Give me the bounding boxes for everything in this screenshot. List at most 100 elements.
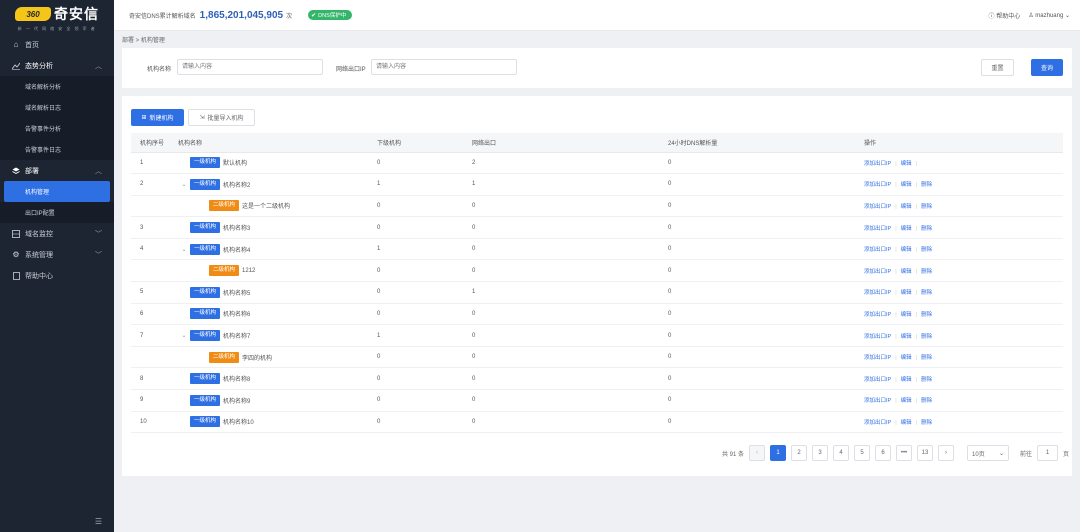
add-exit-ip-link[interactable]: 添加出口IP: [864, 398, 891, 404]
expand-chevron-icon[interactable]: ⌄: [178, 332, 190, 339]
delete-link[interactable]: 删除: [921, 420, 932, 426]
edit-link[interactable]: 编辑: [901, 334, 912, 340]
page-button[interactable]: 4: [833, 445, 850, 461]
chart-icon: [12, 62, 20, 70]
sidebar-subitem-dns-log[interactable]: 域名解析日志: [0, 97, 114, 118]
delete-link[interactable]: 删除: [921, 312, 932, 318]
sidebar-item-domain-monitor[interactable]: 域名监控 ﹀: [0, 223, 114, 244]
sidebar-subitem-exit-ip[interactable]: 出口IP配置: [0, 202, 114, 223]
op-separator: |: [895, 203, 897, 210]
add-exit-ip-link[interactable]: 添加出口IP: [864, 182, 891, 188]
org-table-panel: ⊞ 新建机构 ⇲ 批量导入机构 机构序号 机构名称 下级机构 网络出口 24小时…: [122, 96, 1072, 476]
org-name-input[interactable]: [177, 59, 323, 75]
sidebar-subitem-alert-log[interactable]: 告警事件日志: [0, 139, 114, 160]
goto-page-input[interactable]: 1: [1037, 445, 1059, 461]
page-button[interactable]: 2: [791, 445, 808, 461]
edit-link[interactable]: 编辑: [901, 247, 912, 253]
cell-operations: 添加出口IP | 编辑 | 删除: [864, 216, 1063, 239]
exit-ip-input[interactable]: [371, 59, 517, 75]
delete-link[interactable]: 删除: [921, 247, 932, 253]
user-menu[interactable]: ♙ mazhuang ⌄: [1028, 12, 1070, 19]
add-exit-ip-link[interactable]: 添加出口IP: [864, 226, 891, 232]
op-separator: |: [895, 355, 897, 362]
page-button[interactable]: 13: [917, 445, 934, 461]
sidebar: 360 奇安信 新 一 代 网 络 安 全 领 军 者 ⌂ 首页 态势分析 ︿ …: [0, 0, 114, 532]
sidebar-item-deploy[interactable]: 部署 ︿: [0, 160, 114, 181]
expand-chevron-icon[interactable]: ⌄: [178, 246, 190, 253]
cell-sub-count: 0: [377, 195, 472, 218]
expand-chevron-icon[interactable]: ⌄: [178, 181, 190, 188]
help-center-link[interactable]: ⓘ 帮助中心: [989, 11, 1021, 20]
add-exit-ip-link[interactable]: 添加出口IP: [864, 420, 891, 426]
edit-link[interactable]: 编辑: [901, 398, 912, 404]
add-exit-ip-link[interactable]: 添加出口IP: [864, 161, 891, 167]
op-separator: |: [915, 203, 918, 210]
collapse-sidebar-icon[interactable]: ☰: [95, 517, 102, 526]
edit-link[interactable]: 编辑: [901, 182, 912, 188]
home-icon: ⌂: [13, 40, 19, 49]
cell-exit-count: 0: [472, 303, 668, 326]
op-separator: |: [895, 182, 897, 189]
add-exit-ip-link[interactable]: 添加出口IP: [864, 355, 891, 361]
add-exit-ip-link[interactable]: 添加出口IP: [864, 290, 891, 296]
delete-link[interactable]: 删除: [921, 226, 932, 232]
sidebar-subitem-alert-analysis[interactable]: 告警事件分析: [0, 118, 114, 139]
delete-link[interactable]: 删除: [921, 290, 932, 296]
sidebar-subitem-org-management[interactable]: 机构管理: [4, 181, 110, 202]
add-exit-ip-link[interactable]: 添加出口IP: [864, 312, 891, 318]
add-exit-ip-link[interactable]: 添加出口IP: [864, 377, 891, 383]
page-button[interactable]: 1: [770, 445, 787, 461]
edit-link[interactable]: 编辑: [901, 355, 912, 361]
search-button[interactable]: 查询: [1031, 59, 1063, 76]
edit-link[interactable]: 编辑: [901, 377, 912, 383]
edit-link[interactable]: 编辑: [901, 226, 912, 232]
page-button[interactable]: 6: [875, 445, 892, 461]
sidebar-item-analysis[interactable]: 态势分析 ︿: [0, 55, 114, 76]
org-level-tag: 二级机构: [209, 265, 240, 277]
add-exit-ip-link[interactable]: 添加出口IP: [864, 247, 891, 253]
org-name: 机构名称8: [223, 377, 251, 384]
edit-link[interactable]: 编辑: [901, 204, 912, 210]
protect-status-badge: ✔ DNS保护中: [308, 10, 353, 20]
add-exit-ip-link[interactable]: 添加出口IP: [864, 269, 891, 275]
edit-link[interactable]: 编辑: [901, 290, 912, 296]
delete-link[interactable]: 删除: [921, 377, 932, 383]
reset-button[interactable]: 重置: [981, 59, 1014, 76]
add-exit-ip-link[interactable]: 添加出口IP: [864, 334, 891, 340]
page-button[interactable]: 3: [812, 445, 829, 461]
delete-link[interactable]: 删除: [921, 204, 932, 210]
sidebar-item-system[interactable]: ⚙ 系统管理 ﹀: [0, 244, 114, 265]
delete-link[interactable]: 删除: [921, 182, 932, 188]
cell-operations: 添加出口IP | 编辑 |: [864, 152, 1063, 175]
dns-stat-label: 奇安信DNS累计解析域名: [129, 13, 196, 20]
cell-exit-count: 1: [472, 281, 668, 304]
cell-exit-count: 0: [472, 367, 668, 391]
page-size-select[interactable]: 10页 ⌄: [967, 445, 1010, 461]
sidebar-item-help[interactable]: 帮助中心: [0, 265, 114, 286]
edit-link[interactable]: 编辑: [901, 420, 912, 426]
page-button[interactable]: 5: [854, 445, 871, 461]
prev-page-button[interactable]: ‹: [749, 445, 766, 461]
goto-unit: 页: [1063, 451, 1070, 458]
sidebar-item-home[interactable]: ⌂ 首页: [0, 34, 114, 55]
edit-link[interactable]: 编辑: [901, 161, 912, 167]
batch-import-button[interactable]: ⇲ 批量导入机构: [188, 109, 255, 126]
delete-link[interactable]: 删除: [921, 334, 932, 340]
add-exit-ip-link[interactable]: 添加出口IP: [864, 204, 891, 210]
new-org-button[interactable]: ⊞ 新建机构: [131, 109, 184, 126]
sidebar-subitem-dns-analysis[interactable]: 域名解析分析: [0, 76, 114, 97]
delete-link[interactable]: 删除: [921, 269, 932, 275]
cell-exit-count: 0: [472, 216, 668, 239]
cell-no: 4: [131, 238, 178, 261]
edit-link[interactable]: 编辑: [901, 269, 912, 275]
delete-link[interactable]: 删除: [921, 398, 932, 404]
next-page-button[interactable]: ›: [938, 445, 955, 461]
org-level-tag: 二级机构: [209, 200, 240, 212]
org-name: 1212: [242, 267, 256, 274]
edit-link[interactable]: 编辑: [901, 312, 912, 318]
more-pages-button[interactable]: •••: [896, 445, 913, 461]
table-row: 3 一级机构 机构名称3 0 0 0 添加出口IP | 编辑 | 删除: [131, 216, 1063, 239]
org-level-tag: 一级机构: [190, 243, 221, 255]
breadcrumb: 部署 > 机构管理: [122, 38, 165, 44]
delete-link[interactable]: 删除: [921, 355, 932, 361]
